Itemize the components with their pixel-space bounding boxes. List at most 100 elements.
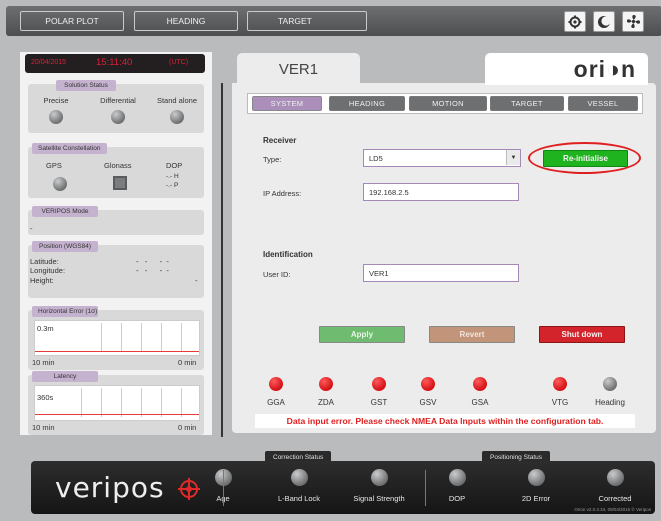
panel-divider <box>221 83 223 437</box>
gsa-label: GSA <box>471 398 489 407</box>
timezone-display: (UTC) <box>169 59 189 66</box>
identification-heading: Identification <box>263 250 313 259</box>
heading-led-label: Heading <box>595 398 625 407</box>
latency-title: Latency <box>32 371 98 382</box>
top-toolbar: POLAR PLOT HEADING TARGET <box>6 6 661 36</box>
latency-right-label: 0 min <box>178 423 197 432</box>
2d-error-label: 2D Error <box>521 494 551 503</box>
horizontal-error-chart: 0.3m <box>34 320 200 356</box>
glonass-indicator <box>113 176 127 190</box>
vtg-led <box>553 377 567 391</box>
moon-icon <box>598 15 611 28</box>
gsv-led <box>421 377 435 391</box>
gst-led <box>372 377 386 391</box>
tab-motion[interactable]: MOTION <box>409 96 487 111</box>
orion-logo: ori◑n <box>485 53 648 85</box>
gps-label: GPS <box>46 161 62 170</box>
footer-separator <box>425 470 426 506</box>
polar-plot-button[interactable]: POLAR PLOT <box>20 11 124 31</box>
target-button[interactable]: TARGET <box>247 11 367 31</box>
solution-status-group: Solution Status Precise Differential Sta… <box>28 80 204 133</box>
status-footer: veripos Age L-Band Lock Signal Strength … <box>31 461 655 514</box>
latency-y-label: 360s <box>37 393 54 402</box>
horizontal-error-y-label: 0.3m <box>37 324 54 333</box>
latency-trace <box>35 414 199 415</box>
heading-button[interactable]: HEADING <box>134 11 238 31</box>
lband-lock-label: L-Band Lock <box>277 494 321 503</box>
lband-lock-indicator <box>291 469 308 486</box>
horizontal-error-right-label: 0 min <box>178 358 197 367</box>
settings-button[interactable] <box>564 11 586 32</box>
veripos-mode-group: VERIPOS Mode - <box>28 206 204 235</box>
gga-led <box>269 377 283 391</box>
longitude-label: Longitude: <box>30 266 66 275</box>
tab-system[interactable]: SYSTEM <box>252 96 322 111</box>
longitude-value: - - - - <box>136 266 169 275</box>
solution-status-title: Solution Status <box>56 80 116 91</box>
differential-indicator <box>111 110 125 124</box>
tab-target[interactable]: TARGET <box>490 96 564 111</box>
reinitialise-button[interactable]: Re-initialise <box>543 150 628 167</box>
height-label: Height: <box>30 276 54 285</box>
type-select[interactable]: LD5 ▼ <box>363 149 521 167</box>
gsv-label: GSV <box>419 398 437 407</box>
dop-p-value: -.- P <box>166 182 179 189</box>
type-select-value: LD5 <box>369 153 383 163</box>
latency-left-label: 10 min <box>32 423 55 432</box>
apply-button[interactable]: Apply <box>319 326 405 343</box>
veripos-logo: veripos <box>55 471 165 504</box>
fan-icon <box>626 14 640 29</box>
position-group: Position (WGS84) Latitude: - - - - Longi… <box>28 241 204 298</box>
latitude-value: - - - - <box>136 257 169 266</box>
horizontal-error-title: Horizontal Error (1σ) <box>32 306 98 317</box>
vtg-label: VTG <box>551 398 569 407</box>
footer-separator <box>223 470 224 506</box>
type-label: Type: <box>263 155 282 164</box>
gga-label: GGA <box>267 398 285 407</box>
tab-vessel[interactable]: VESSEL <box>568 96 638 111</box>
gear-icon <box>568 15 582 28</box>
vessel-tab[interactable]: VER1 <box>237 53 360 85</box>
config-tabs: SYSTEM HEADING MOTION TARGET VESSEL <box>247 93 643 114</box>
height-value: - <box>195 276 198 285</box>
precise-indicator <box>49 110 63 124</box>
stand-alone-indicator <box>170 110 184 124</box>
dop-indicator <box>449 469 466 486</box>
latency-chart: 360s <box>34 385 200 421</box>
heading-led <box>603 377 617 391</box>
dop-status-label: DOP <box>448 494 466 503</box>
fan-button[interactable] <box>622 11 644 32</box>
position-title: Position (WGS84) <box>32 241 98 252</box>
version-text: Orion v2.0.3.34, 09/04/2015 © Veripos <box>574 507 651 512</box>
stand-alone-label: Stand alone <box>156 96 198 105</box>
horizontal-error-trace <box>35 351 199 352</box>
error-message: Data input error. Please check NMEA Data… <box>255 414 635 428</box>
chevron-down-icon[interactable]: ▼ <box>506 150 520 165</box>
glonass-label: Glonass <box>104 161 132 170</box>
satellite-constellation-group: Satellite Constellation GPS Glonass DOP … <box>28 143 204 198</box>
ip-address-label: IP Address: <box>263 189 302 198</box>
revert-button[interactable]: Revert <box>429 326 515 343</box>
2d-error-indicator <box>528 469 545 486</box>
time-display: 15:11:40 <box>96 57 133 68</box>
clock-bar: 20/04/2015 15:11:40 (UTC) <box>25 54 205 73</box>
ip-address-field[interactable]: 192.168.2.5 <box>363 183 519 201</box>
horizontal-error-left-label: 10 min <box>32 358 55 367</box>
zda-label: ZDA <box>318 398 334 407</box>
latitude-label: Latitude: <box>30 257 59 266</box>
shutdown-button[interactable]: Shut down <box>539 326 625 343</box>
differential-label: Differential <box>100 96 136 105</box>
gst-label: GST <box>370 398 388 407</box>
receiver-heading: Receiver <box>263 136 297 145</box>
zda-led <box>319 377 333 391</box>
dop-h-value: -.- H <box>166 173 179 180</box>
user-id-label: User ID: <box>263 270 291 279</box>
night-mode-button[interactable] <box>593 11 615 32</box>
tab-heading[interactable]: HEADING <box>329 96 405 111</box>
signal-strength-indicator <box>371 469 388 486</box>
gsa-led <box>473 377 487 391</box>
corrected-indicator <box>607 469 624 486</box>
veripos-mode-title: VERIPOS Mode <box>32 206 98 217</box>
corrected-label: Corrected <box>598 494 632 503</box>
user-id-field[interactable]: VER1 <box>363 264 519 282</box>
